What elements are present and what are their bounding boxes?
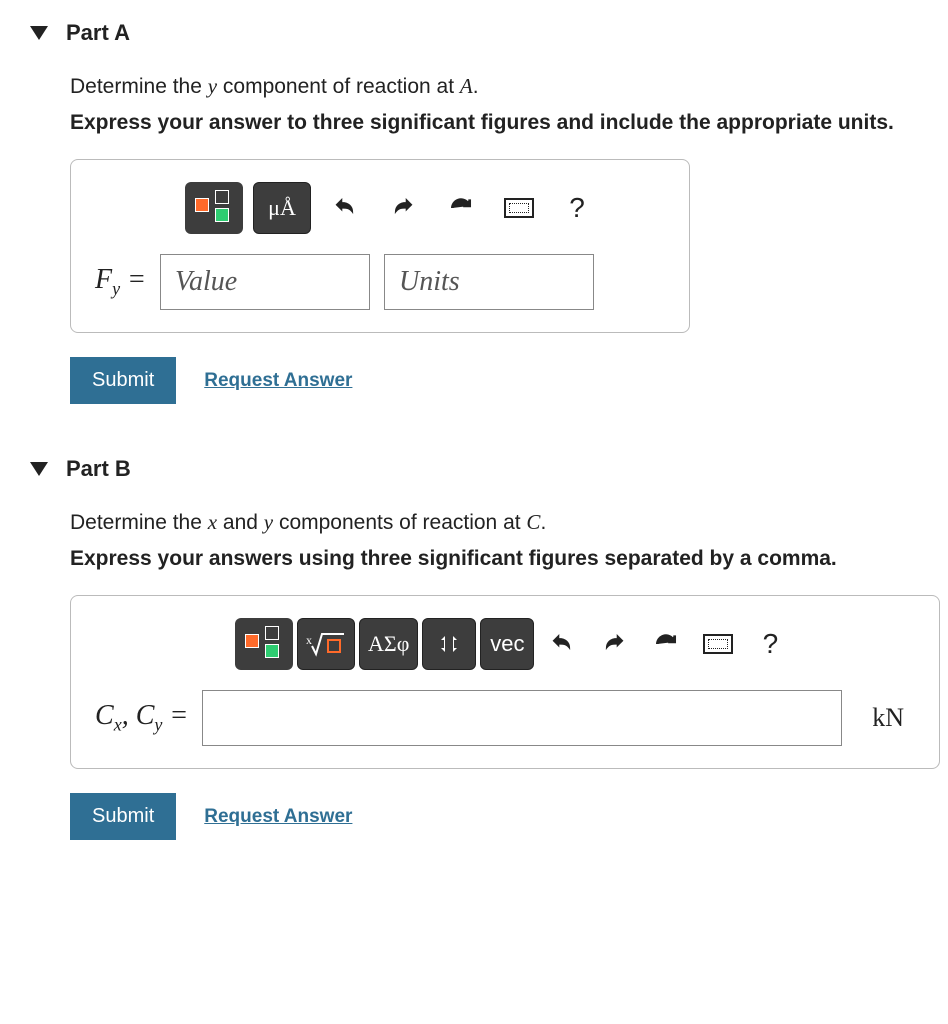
part-b-title: Part B [66, 456, 131, 482]
units-button[interactable]: μÅ [253, 182, 311, 234]
part-a-answer-box: μÅ ? Fy = [70, 159, 690, 333]
qB-var1: x [208, 510, 217, 534]
collapse-caret-b[interactable] [30, 462, 48, 476]
qA-mid: component of reaction at [217, 75, 460, 98]
reset-icon [653, 631, 679, 657]
submit-button-b[interactable]: Submit [70, 793, 176, 840]
svg-text:x: x [306, 633, 312, 647]
undo-icon [332, 195, 358, 221]
part-a-input-row: Fy = [95, 254, 665, 310]
qB-and: and [217, 511, 264, 534]
request-answer-link-a[interactable]: Request Answer [204, 370, 352, 392]
undo-icon [549, 631, 575, 657]
help-button[interactable]: ? [553, 184, 601, 232]
answer-input-b[interactable] [202, 690, 842, 746]
part-a-toolbar: μÅ ? [185, 182, 665, 234]
qA-post: . [473, 75, 479, 98]
qB-var2: y [264, 510, 273, 534]
keyboard-button-b[interactable] [694, 620, 742, 668]
greek-button[interactable]: ΑΣφ [359, 618, 418, 670]
qA-pre: Determine the [70, 75, 208, 98]
part-a-title: Part A [66, 20, 130, 46]
value-input[interactable] [160, 254, 370, 310]
redo-button[interactable] [379, 184, 427, 232]
help-button-b[interactable]: ? [746, 620, 794, 668]
redo-button-b[interactable] [590, 620, 638, 668]
part-b-actions: Submit Request Answer [70, 793, 928, 840]
part-a-actions: Submit Request Answer [70, 357, 928, 404]
math-root-button[interactable]: x [297, 618, 355, 670]
unit-suffix: kN [872, 703, 904, 733]
templates-button-b[interactable] [235, 618, 293, 670]
units-input[interactable] [384, 254, 594, 310]
updown-button[interactable] [422, 618, 476, 670]
undo-button[interactable] [321, 184, 369, 232]
part-b-question: Determine the x and y components of reac… [70, 510, 928, 535]
part-b-input-row: Cx, Cy = kN [95, 690, 915, 746]
submit-button-a[interactable]: Submit [70, 357, 176, 404]
redo-icon [601, 631, 627, 657]
keyboard-button[interactable] [495, 184, 543, 232]
undo-button-b[interactable] [538, 620, 586, 668]
vec-button[interactable]: vec [480, 618, 534, 670]
reset-icon [448, 195, 474, 221]
part-b-instruction: Express your answers using three signifi… [70, 547, 928, 571]
qA-point: A [460, 74, 473, 98]
reset-button[interactable] [437, 184, 485, 232]
templates-button[interactable] [185, 182, 243, 234]
part-a-var-label: Fy = [95, 264, 146, 300]
keyboard-icon [703, 634, 733, 654]
qB-mid: components of reaction at [273, 511, 526, 534]
root-icon: x [306, 630, 346, 658]
updown-icon [437, 632, 461, 656]
part-a-instruction: Express your answer to three significant… [70, 111, 928, 135]
qA-var: y [208, 74, 217, 98]
part-b-header: Part B [30, 456, 928, 482]
part-b-var-label: Cx, Cy = [95, 700, 188, 736]
request-answer-link-b[interactable]: Request Answer [204, 806, 352, 828]
part-a-header: Part A [30, 20, 928, 46]
keyboard-icon [504, 198, 534, 218]
qB-pre: Determine the [70, 511, 208, 534]
qB-post: . [540, 511, 546, 534]
part-b-answer-box: x ΑΣφ vec ? Cx, Cy = kN [70, 595, 940, 769]
part-b-toolbar: x ΑΣφ vec ? [235, 618, 915, 670]
redo-icon [390, 195, 416, 221]
collapse-caret-a[interactable] [30, 26, 48, 40]
qB-point: C [526, 510, 540, 534]
reset-button-b[interactable] [642, 620, 690, 668]
part-a-question: Determine the y component of reaction at… [70, 74, 928, 99]
